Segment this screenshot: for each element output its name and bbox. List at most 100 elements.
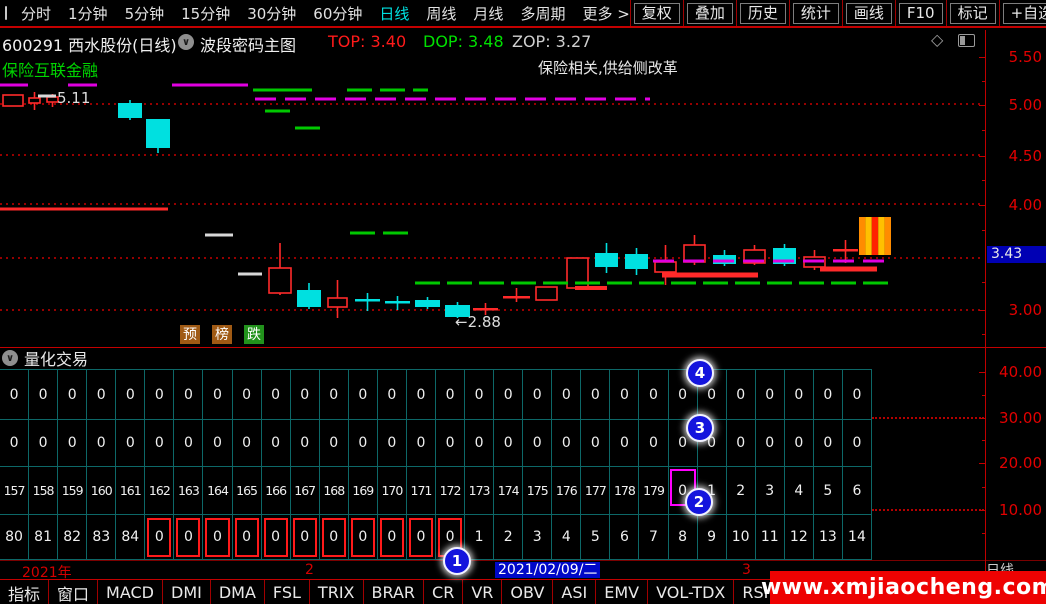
badge-跌[interactable]: 跌 [244,325,264,344]
toolbar-button-画线[interactable]: 画线 [846,3,892,24]
indicator-tab-MACD[interactable]: MACD [98,580,162,604]
grid-cell: 162 [145,467,174,515]
period-tab-周线[interactable]: 周线 [426,3,456,24]
price-label-288: ←2.88 [455,313,501,331]
grid-cell: 0 [58,370,87,420]
grid-cell: 167 [291,467,320,515]
grid-cell: 0 [262,515,291,560]
step-marker-4: 4 [686,359,714,387]
grid-cell: 0 [378,515,407,560]
indicator-tab-DMI[interactable]: DMI [163,580,210,604]
period-tab-60分钟[interactable]: 60分钟 [313,3,362,24]
step-marker-1: 1 [443,547,471,575]
timeline-label: 3 [742,562,751,578]
grid-cell: 166 [262,467,291,515]
toolbar-button-复权[interactable]: 复权 [634,3,680,24]
indicator-tab-OBV[interactable]: OBV [502,580,552,604]
period-tab-分时[interactable]: 分时 [21,3,51,24]
grid-cell: 0 [203,420,232,467]
period-tab-15分钟[interactable]: 15分钟 [181,3,230,24]
grid-cell: 0 [639,370,668,420]
grid-cell: 168 [320,467,349,515]
period-tab-5分钟[interactable]: 5分钟 [125,3,165,24]
grid-cell: 0 [581,420,610,467]
grid-cell: 0 [378,420,407,467]
grid-cell: 0 [843,420,872,467]
toolbar-button-标记[interactable]: 标记 [950,3,996,24]
grid-cell: 0 [639,420,668,467]
grid-cell: 0 [523,420,552,467]
grid-cell: 1 [465,515,494,560]
indicator-name[interactable]: 波段密码主图 [200,32,296,56]
indicator-chevron-icon[interactable]: ∨ [178,34,194,50]
grid-cell: 0 [349,370,378,420]
indicator-tab-BRAR[interactable]: BRAR [364,580,424,604]
period-tab-多周期[interactable]: 多周期 [520,3,565,24]
grid-cell: 0 [291,420,320,467]
grid-cell: 0 [436,420,465,467]
period-tab-更多 >[interactable]: 更多 > [582,3,629,24]
grid-cell: 0 [87,370,116,420]
button-divider [946,0,947,26]
chart-canvas [0,56,985,347]
indicator-tab-FSL[interactable]: FSL [265,580,309,604]
badge-榜[interactable]: 榜 [212,325,232,344]
period-tab-日线[interactable]: 日线 [379,3,409,24]
toolbar-button-F10[interactable]: F10 [899,3,943,24]
period-tab-1分钟[interactable]: 1分钟 [68,3,108,24]
grid-cell: 0 [523,370,552,420]
button-divider [683,0,684,26]
grid-cell: 178 [610,467,639,515]
grid-cell: 177 [581,467,610,515]
grid-cell: 163 [174,467,203,515]
toolbar-button-历史[interactable]: 历史 [740,3,786,24]
grid-cell: 9 [698,515,727,560]
indicator-tab-指标[interactable]: 指标 [0,580,48,604]
selected-date[interactable]: 2021/02/09/二 [495,562,600,578]
grid-cell: 0 [233,370,262,420]
indicator-tab-窗口[interactable]: 窗口 [49,580,97,604]
grid-cell: 0 [262,370,291,420]
price-axis-line [985,30,986,578]
grid-cell: 84 [116,515,145,560]
toolbar-button-+自选[interactable]: +自选 [1003,3,1046,24]
grid-cell: 81 [29,515,58,560]
indicator-tab-EMV[interactable]: EMV [596,580,647,604]
grid-cell: 165 [233,467,262,515]
grid-cell: 82 [58,515,87,560]
toolbar-button-叠加[interactable]: 叠加 [687,3,733,24]
indicator-tab-ASI[interactable]: ASI [553,580,595,604]
indicator-tab-DMA[interactable]: DMA [211,580,264,604]
toolbar-button-统计[interactable]: 统计 [793,3,839,24]
watermark-banner: www.xmjiaocheng.com [770,571,1046,604]
button-divider [789,0,790,26]
axis-label-40.00: 40.00 [994,363,1042,381]
quant-panel-header: ∨ 量化交易 [2,348,88,368]
grid-cell: 157 [0,467,29,515]
indicator-tab-TRIX[interactable]: TRIX [310,580,363,604]
grid-cell: 0 [174,420,203,467]
layout-icon[interactable] [5,6,7,20]
grid-cell: 0 [610,370,639,420]
grid-cell: 0 [174,515,203,560]
badge-预[interactable]: 预 [180,325,200,344]
grid-cell: 0 [727,370,756,420]
split-pane-icon[interactable] [958,34,975,47]
panel-chevron-icon[interactable]: ∨ [2,350,18,366]
grid-cell: 164 [203,467,232,515]
button-divider [630,0,631,26]
grid-cell: 3 [523,515,552,560]
indicator-tab-CR[interactable]: CR [424,580,462,604]
price-label-511: 5.11 [57,89,90,107]
period-tab-月线[interactable]: 月线 [473,3,503,24]
indicator-tab-VR[interactable]: VR [463,580,501,604]
grid-cell: 175 [523,467,552,515]
indicator-tab-VOL-TDX[interactable]: VOL-TDX [648,580,733,604]
signal-badges: 预榜跌 [180,324,276,344]
axis-label-5.00: 5.00 [994,96,1042,114]
period-tab-30分钟[interactable]: 30分钟 [247,3,296,24]
info-bar: 600291 西水股份(日线) ∨ 波段密码主图 TOP: 3.40 DOP: … [0,28,985,55]
grid-cell: 0 [494,370,523,420]
diamond-icon[interactable]: ◇ [931,30,943,49]
stock-title: 600291 西水股份(日线) [2,32,177,56]
